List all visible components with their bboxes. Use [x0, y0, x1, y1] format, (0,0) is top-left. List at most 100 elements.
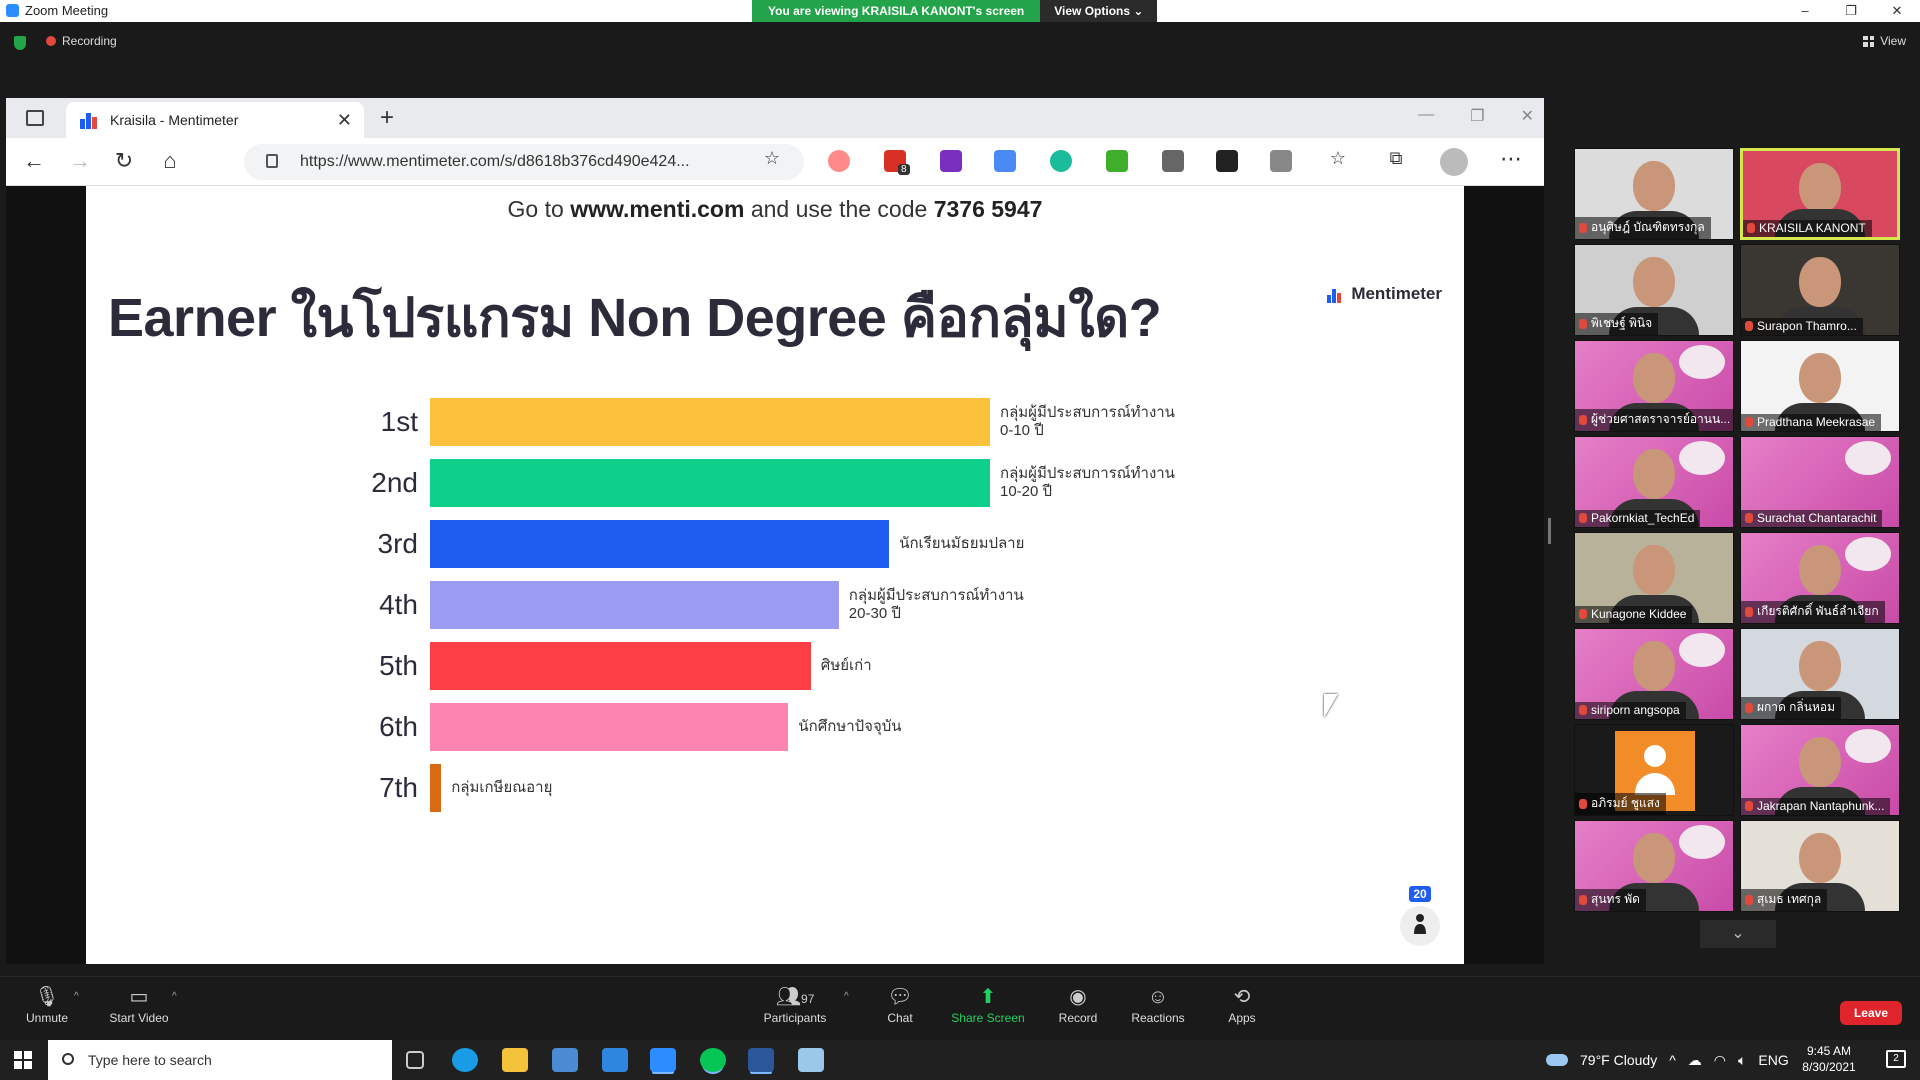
unmute-button[interactable]: 🎙︎ Unmute [22, 983, 72, 1025]
participant-tile[interactable]: ผกาด กลิ่นหอม [1740, 628, 1900, 720]
favorite-star-icon[interactable]: ☆ [758, 148, 786, 169]
weather-text[interactable]: 79°F Cloudy [1580, 1052, 1657, 1068]
participant-tile[interactable]: Surapon Thamro... [1740, 244, 1900, 336]
minimize-button[interactable]: – [1782, 0, 1828, 22]
volume-icon[interactable]: 🔈︎ [1738, 1052, 1746, 1069]
close-button[interactable]: ✕ [1874, 0, 1920, 22]
extension-qr-icon[interactable] [1162, 150, 1184, 172]
windows-start-icon[interactable] [14, 1051, 32, 1069]
chart-rank-label: 4th [379, 589, 418, 620]
chart-rank-label: 2nd [371, 467, 418, 498]
snipping-tool-icon[interactable] [798, 1048, 824, 1072]
audio-options-chevron-icon[interactable]: ^ [74, 991, 79, 1002]
participant-tile[interactable]: KRAISILA KANONT [1740, 148, 1900, 240]
extension-onenote-icon[interactable] [940, 150, 962, 172]
apps-label: Apps [1228, 1011, 1256, 1025]
profile-avatar[interactable] [1440, 148, 1468, 176]
taskbar-clock[interactable]: 9:45 AM 8/30/2021 [1784, 1043, 1874, 1075]
video-options-chevron-icon[interactable]: ^ [172, 991, 177, 1002]
taskbar-search-box[interactable]: Type here to search [48, 1040, 392, 1080]
participant-tile[interactable]: ผู้ช่วยศาสตราจารย์อานน... [1574, 340, 1734, 432]
tab-actions-icon[interactable] [26, 110, 44, 126]
participant-video-face [1799, 257, 1841, 307]
participant-tile[interactable]: Jakrapan Nantaphunk... [1740, 724, 1900, 816]
notifications-icon[interactable]: 2 [1886, 1050, 1906, 1068]
participant-tile[interactable]: Surachat Chantarachit [1740, 436, 1900, 528]
chart-bar-label-line: นักเรียนมัธยมปลาย [899, 535, 1025, 552]
participant-tile[interactable]: Kunagone Kiddee [1574, 532, 1734, 624]
participant-tile[interactable]: Pradthana Meekrasae [1740, 340, 1900, 432]
participant-tile[interactable]: อนุศิษฎ์ บัณฑิตทรงกุล [1574, 148, 1734, 240]
edge-browser-icon[interactable] [452, 1048, 478, 1072]
recording-indicator[interactable]: Recording [46, 34, 117, 48]
panel-splitter[interactable] [1548, 518, 1551, 544]
share-screen-button[interactable]: ⬆ Share Screen [950, 983, 1026, 1025]
browser-tab-strip: Kraisila - Mentimeter ✕ + — ❐ ✕ [6, 98, 1544, 138]
participant-tile[interactable]: Pakornkiat_TechEd [1574, 436, 1734, 528]
browser-tab-mentimeter[interactable]: Kraisila - Mentimeter ✕ [66, 102, 364, 138]
refresh-icon[interactable]: ↻ [110, 148, 138, 174]
chart-rank-label: 5th [379, 650, 418, 681]
view-button[interactable]: View [1863, 34, 1906, 48]
participant-tile[interactable]: เกียรติศักดิ์ พันธ์ลำเจียก [1740, 532, 1900, 624]
chat-button[interactable]: 💬︎ Chat [880, 983, 920, 1025]
word-icon[interactable] [748, 1048, 774, 1072]
extensions-puzzle-icon[interactable] [1270, 150, 1292, 172]
participant-tile[interactable]: สุเมธ เทศกุล [1740, 820, 1900, 912]
reactions-button[interactable]: ☺ Reactions [1128, 983, 1188, 1025]
mail-icon[interactable] [602, 1048, 628, 1072]
chart-rank-label: 1st [380, 406, 418, 437]
favorites-icon[interactable]: ☆ [1324, 148, 1352, 169]
line-app-icon[interactable] [700, 1048, 726, 1072]
onedrive-icon[interactable]: ☁ [1688, 1052, 1702, 1069]
participant-video-face [1799, 545, 1841, 595]
tray-chevron-icon[interactable]: ^ [1669, 1052, 1676, 1068]
address-bar[interactable]: https://www.mentimeter.com/s/d8618b376cd… [244, 144, 804, 180]
task-view-icon[interactable] [406, 1051, 424, 1069]
muted-mic-icon [1745, 417, 1753, 427]
leave-button[interactable]: Leave [1839, 1001, 1902, 1025]
zoom-taskbar-icon[interactable] [650, 1048, 676, 1072]
start-video-button[interactable]: ▭ Start Video [104, 983, 174, 1025]
browser-minimize-icon[interactable]: — [1418, 106, 1434, 126]
restore-button[interactable]: ❐ [1828, 0, 1874, 22]
chart-bar-label: กลุ่มผู้มีประสบการณ์ทำงาน 10-20 ปี [1000, 459, 1175, 507]
back-arrow-icon[interactable]: ← [20, 148, 48, 174]
browser-close-icon[interactable]: ✕ [1521, 106, 1534, 126]
muted-mic-icon [1745, 702, 1753, 713]
store-icon[interactable] [552, 1048, 578, 1072]
chart-bar [430, 398, 990, 446]
browser-restore-icon[interactable]: ❐ [1470, 106, 1484, 126]
participant-name: KRAISILA KANONT [1743, 220, 1872, 237]
muted-mic-icon [1745, 321, 1753, 331]
home-icon[interactable]: ⌂ [156, 148, 184, 174]
view-options-button[interactable]: View Options ⌄ [1040, 0, 1158, 22]
apps-button[interactable]: ⟲ Apps [1222, 983, 1262, 1025]
participants-button[interactable]: 👥︎97 Participants [760, 983, 830, 1025]
record-button[interactable]: ◉ Record [1056, 983, 1100, 1025]
extension-translate-icon[interactable] [994, 150, 1016, 172]
extension-pocket-icon[interactable] [828, 150, 850, 172]
collections-icon[interactable]: ⧉ [1382, 148, 1410, 169]
participant-tile[interactable]: สุนทร พัด [1574, 820, 1734, 912]
participant-video-face [1799, 833, 1841, 883]
extension-notion-icon[interactable] [1216, 150, 1238, 172]
gallery-next-page-button[interactable]: ⌄ [1700, 920, 1776, 948]
security-shield-icon[interactable] [14, 36, 26, 50]
file-explorer-icon[interactable] [502, 1048, 528, 1072]
more-menu-icon[interactable]: ⋯ [1500, 146, 1522, 172]
participants-chevron-icon[interactable]: ^ [844, 991, 849, 1002]
participant-name-text: อนุศิษฎ์ บัณฑิตทรงกุล [1591, 220, 1705, 234]
tab-close-icon[interactable]: ✕ [337, 110, 352, 131]
search-icon [62, 1053, 74, 1065]
wifi-icon[interactable]: ◠ [1714, 1052, 1726, 1069]
new-tab-icon[interactable]: + [380, 104, 394, 132]
participant-tile[interactable]: อภิรมย์ ชูแสง [1574, 724, 1734, 816]
extension-m-icon[interactable] [1050, 150, 1072, 172]
extension-download-icon[interactable] [1106, 150, 1128, 172]
extension-badge: 8 [898, 164, 910, 175]
forward-arrow-icon[interactable]: → [66, 148, 94, 174]
muted-mic-icon [1579, 513, 1587, 523]
participant-tile[interactable]: พิเชษฐ์ พินิจ [1574, 244, 1734, 336]
participant-tile[interactable]: siriporn angsopa [1574, 628, 1734, 720]
